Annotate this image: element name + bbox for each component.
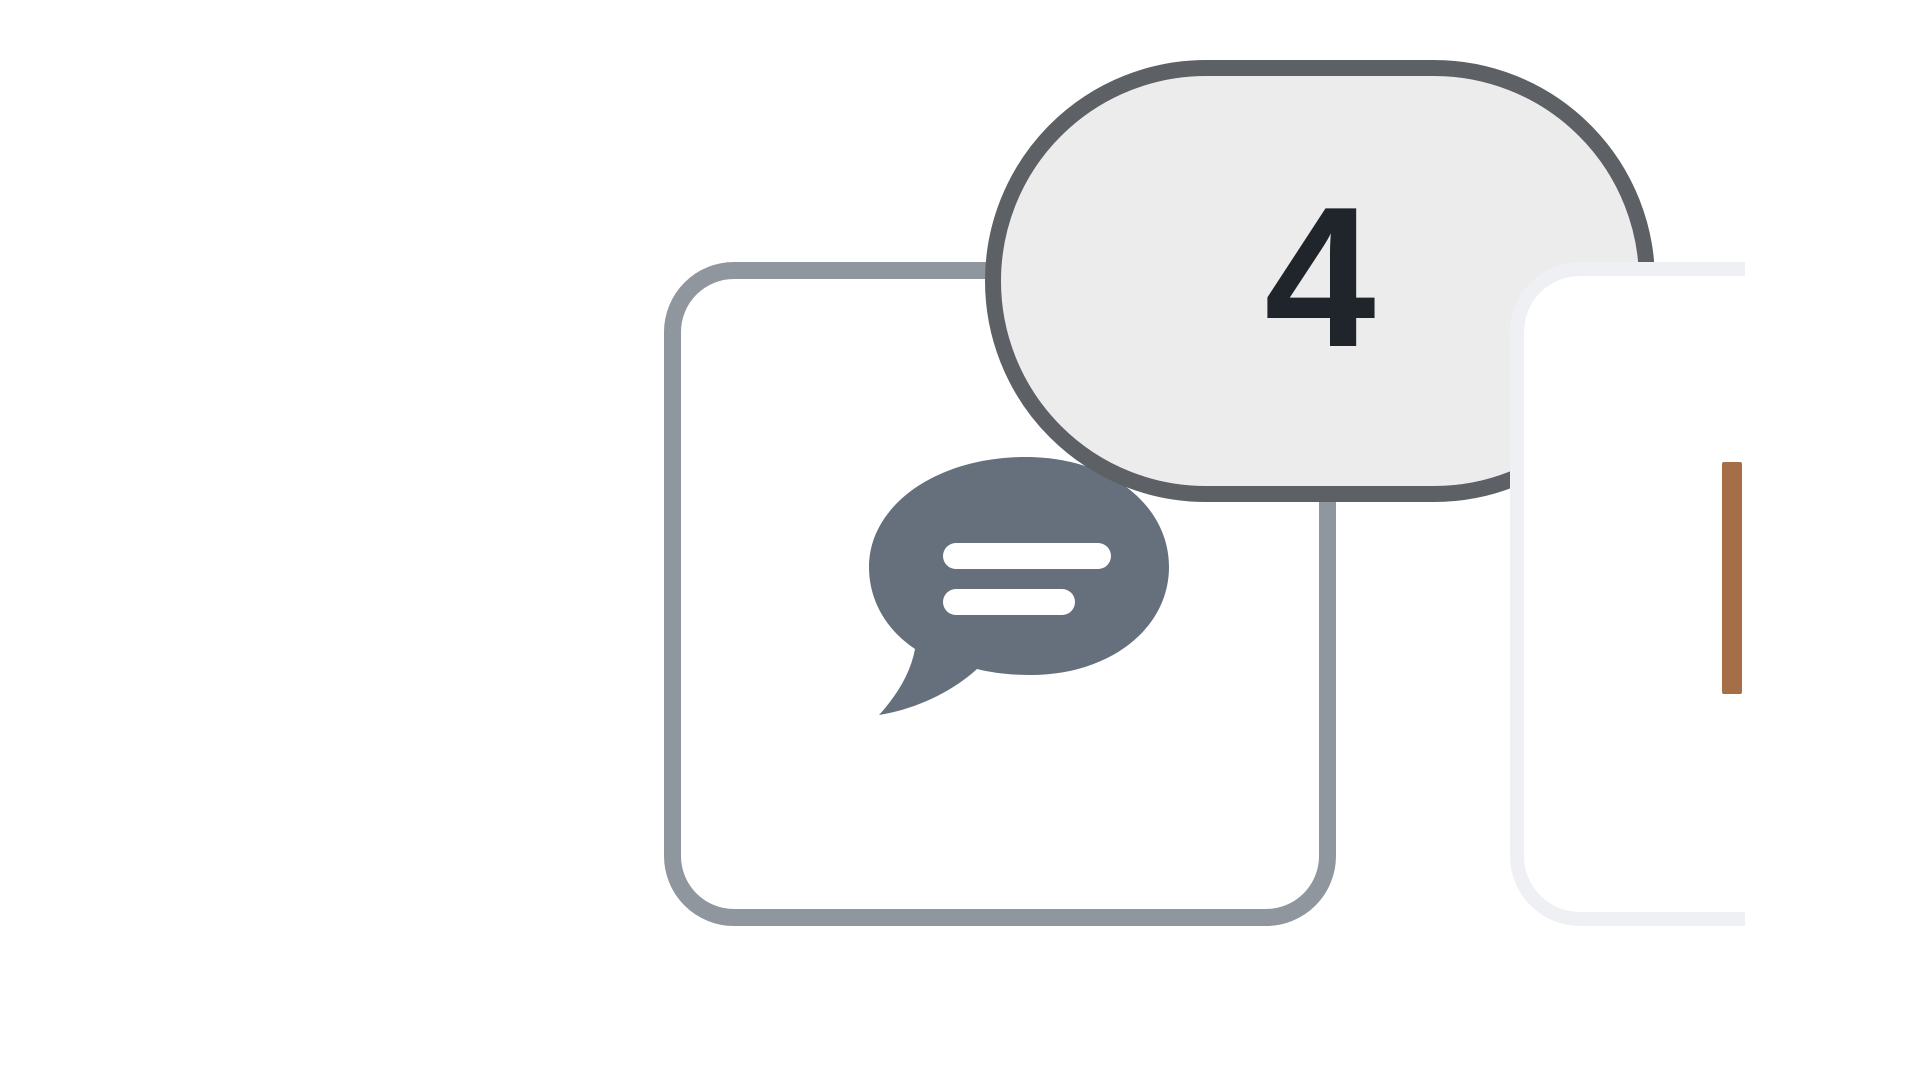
toolbar-area: 4 [0,0,1920,1080]
viewport-edge [1745,0,1920,1080]
comment-count: 4 [1264,166,1376,389]
text-cursor-icon [1722,462,1742,694]
